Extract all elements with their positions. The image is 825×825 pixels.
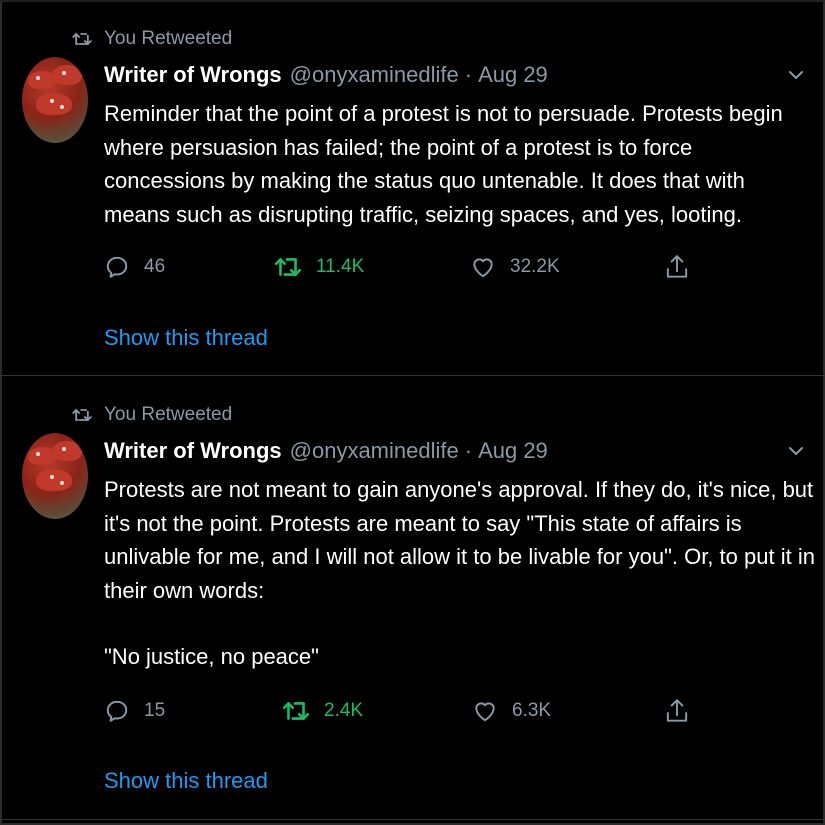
tweet-date[interactable]: Aug 29 <box>478 62 548 88</box>
author-handle[interactable]: @onyxaminedlife <box>290 62 459 88</box>
share-button[interactable] <box>664 696 704 726</box>
retweet-label: You Retweeted <box>104 28 233 49</box>
avatar-dot <box>60 481 64 485</box>
avatar-dot <box>62 447 66 451</box>
tweet-text: Protests are not meant to gain anyone's … <box>104 473 816 674</box>
avatar-dot <box>50 475 54 479</box>
chevron-down-icon[interactable] <box>785 64 807 86</box>
share-button[interactable] <box>664 252 704 282</box>
avatar-mushroom-cap <box>36 469 72 491</box>
avatar-dot <box>36 76 40 80</box>
retweet-icon <box>70 403 94 427</box>
show-thread-link[interactable]: Show this thread <box>104 768 268 794</box>
avatar-mushroom-cap <box>52 441 82 461</box>
share-icon <box>666 699 688 722</box>
like-count: 6.3K <box>512 700 552 721</box>
retweet-icon <box>282 702 310 720</box>
avatar[interactable] <box>22 57 88 143</box>
author-name[interactable]: Writer of Wrongs <box>104 438 282 464</box>
reply-icon <box>106 700 128 722</box>
author-handle[interactable]: @onyxaminedlife <box>290 438 459 464</box>
show-thread-link[interactable]: Show this thread <box>104 325 268 351</box>
retweet-context: You Retweeted <box>70 403 232 427</box>
tweet-paragraph: Protests are not meant to gain anyone's … <box>104 477 815 603</box>
avatar-mushroom-cap <box>52 65 82 85</box>
retweet-icon <box>274 258 302 276</box>
tweet-paragraph: "No justice, no peace" <box>104 644 319 669</box>
like-button[interactable]: 6.3K <box>472 696 551 726</box>
retweet-count: 11.4K <box>316 256 365 277</box>
header-separator: · <box>464 62 473 87</box>
avatar-dot <box>50 99 54 103</box>
retweet-count: 2.4K <box>324 700 364 721</box>
like-button[interactable]: 32.2K <box>470 252 560 282</box>
reply-count: 46 <box>144 256 166 277</box>
retweet-context: You Retweeted <box>70 27 232 51</box>
tweet-header: Writer of Wrongs @onyxaminedlife · Aug 2… <box>104 438 548 466</box>
tweet[interactable]: You Retweeted Writer of Wrongs @onyxamin… <box>0 0 825 376</box>
avatar-dot <box>36 452 40 456</box>
reply-count: 15 <box>144 700 166 721</box>
tweet-header: Writer of Wrongs @onyxaminedlife · Aug 2… <box>104 62 548 90</box>
tweet-divider <box>0 819 825 820</box>
retweet-label: You Retweeted <box>104 404 233 425</box>
avatar[interactable] <box>22 433 88 519</box>
like-count: 32.2K <box>510 256 560 277</box>
tweet-date[interactable]: Aug 29 <box>478 438 548 464</box>
tweet-text: Reminder that the point of a protest is … <box>104 97 816 231</box>
tweet[interactable]: You Retweeted Writer of Wrongs @onyxamin… <box>0 376 825 820</box>
like-icon <box>473 258 493 278</box>
author-name[interactable]: Writer of Wrongs <box>104 62 282 88</box>
avatar-mushroom-cap <box>36 93 72 115</box>
retweet-button[interactable]: 2.4K <box>282 696 363 726</box>
reply-icon <box>106 256 128 278</box>
tweet-actions: 15 2.4K 6.3K <box>104 696 704 726</box>
chevron-down-icon[interactable] <box>785 440 807 462</box>
header-separator: · <box>464 438 473 463</box>
avatar-dot <box>62 71 66 75</box>
reply-button[interactable]: 15 <box>104 696 165 726</box>
reply-button[interactable]: 46 <box>104 252 165 282</box>
share-icon <box>666 255 688 278</box>
like-icon <box>475 702 495 722</box>
retweet-icon <box>70 27 94 51</box>
tweet-actions: 46 11.4K 32.2K <box>104 252 704 282</box>
tweet-paragraph: Reminder that the point of a protest is … <box>104 101 783 227</box>
retweet-button[interactable]: 11.4K <box>274 252 364 282</box>
avatar-dot <box>60 105 64 109</box>
